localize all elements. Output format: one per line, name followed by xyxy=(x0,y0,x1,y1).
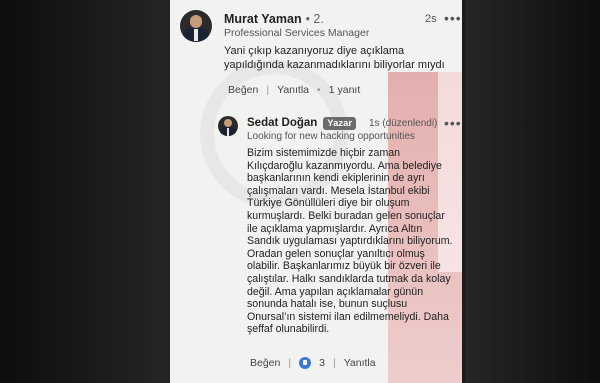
comment-card: Murat Yaman • 2. 2s ••• Professional Serv… xyxy=(170,0,462,383)
reply-text: Bizim sistemimizde hiçbir zaman Kılıçdar… xyxy=(247,147,453,336)
background-left xyxy=(0,0,176,383)
comment-text: Yani çıkıp kazanıyoruz diye açıklama yap… xyxy=(224,45,445,71)
reply-avatar[interactable] xyxy=(218,116,238,136)
reply-actions: Beğen | 3 | Yanıtla xyxy=(250,357,384,369)
reply-like-button[interactable]: Beğen xyxy=(250,357,280,369)
reply-author-line: Sedat Doğan Yazar xyxy=(247,117,357,130)
dot-separator: • xyxy=(317,84,321,96)
background-right xyxy=(465,0,600,383)
avatar[interactable] xyxy=(180,10,212,42)
comment-author[interactable]: Murat Yaman xyxy=(224,12,302,26)
comment-headline: Professional Services Manager xyxy=(224,27,370,39)
comment-menu-icon[interactable]: ••• xyxy=(444,10,462,26)
reply-button[interactable]: Yanıtla xyxy=(277,84,309,96)
like-button[interactable]: Beğen xyxy=(228,84,258,96)
reply-time: 1s (düzenlendi) xyxy=(369,118,438,129)
reply-author[interactable]: Sedat Doğan xyxy=(247,117,317,129)
author-badge: Yazar xyxy=(323,117,357,130)
comment-actions: Beğen | Yanıtla • 1 yanıt xyxy=(228,84,368,96)
like-icon xyxy=(299,357,312,369)
comment-author-line: Murat Yaman • 2. xyxy=(224,12,324,26)
separator: | xyxy=(332,357,336,369)
replies-count[interactable]: 1 yanıt xyxy=(329,84,361,96)
separator: | xyxy=(288,357,292,369)
reply-reply-button[interactable]: Yanıtla xyxy=(344,357,376,369)
reactions-count[interactable]: 3 xyxy=(319,357,325,369)
separator: | xyxy=(266,84,270,96)
connection-degree: • 2. xyxy=(305,12,324,26)
reply-headline: Looking for new hacking opportunities xyxy=(247,131,415,142)
reply-menu-icon[interactable]: ••• xyxy=(444,115,462,131)
comment-time: 2s xyxy=(425,13,437,25)
